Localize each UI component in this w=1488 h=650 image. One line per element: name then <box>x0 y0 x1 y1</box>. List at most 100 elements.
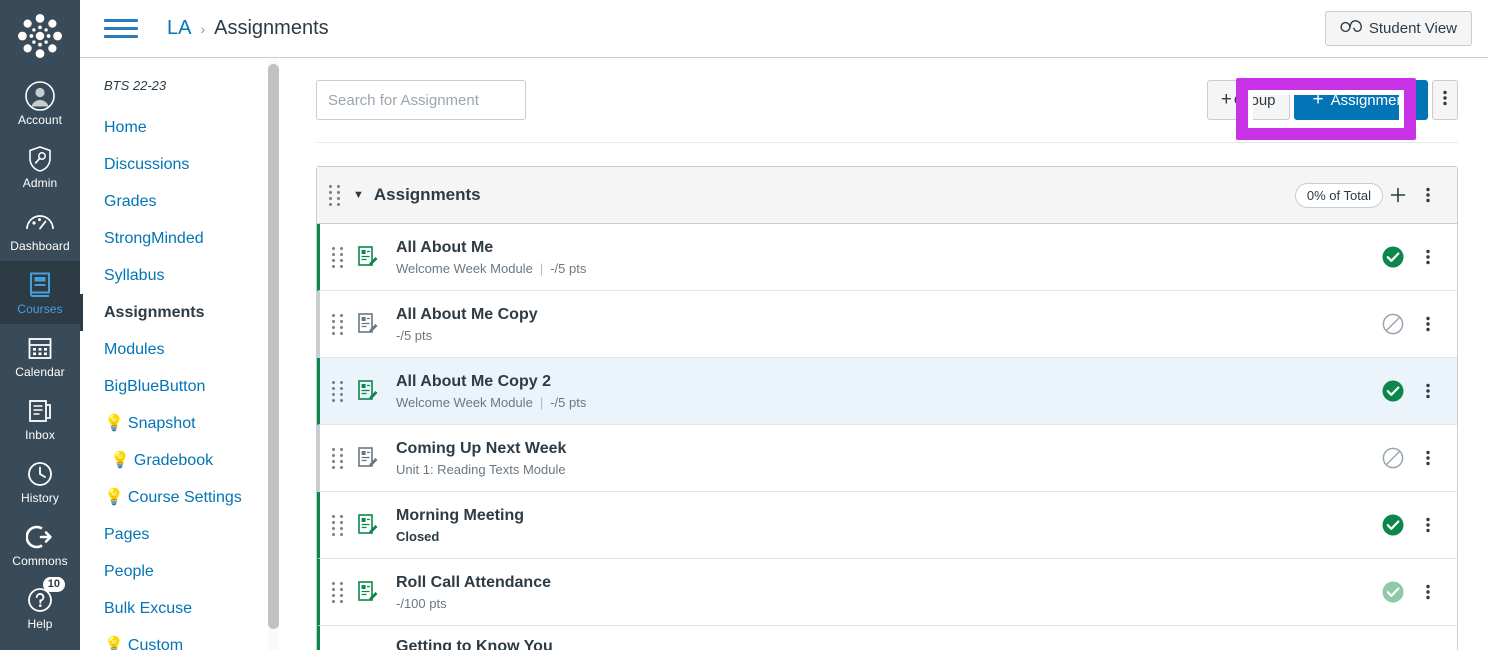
course-nav-assignments[interactable]: Assignments <box>80 294 262 331</box>
assignment-type-icon <box>358 447 380 469</box>
course-nav-gradebook[interactable]: 💡 Gradebook <box>80 442 262 479</box>
assignment-row[interactable]: Roll Call Attendance -/100 pts <box>317 559 1457 626</box>
assignment-options-kebab-button[interactable] <box>1413 376 1443 406</box>
group-weight-pill: 0% of Total <box>1294 182 1383 208</box>
assignment-title[interactable]: All About Me Copy <box>396 305 1373 324</box>
breadcrumb-course-link[interactable]: LA <box>167 17 191 40</box>
plus-icon: + <box>1312 88 1324 110</box>
gnav-item-commons[interactable]: Commons <box>0 513 80 576</box>
course-nav-gradebook-label: Gradebook <box>133 452 214 469</box>
unpublished-circle-slash-icon[interactable] <box>1373 313 1413 335</box>
course-nav-grades[interactable]: Grades <box>80 183 262 220</box>
gnav-item-help[interactable]: 10 Help <box>0 576 80 639</box>
assignment-type-icon <box>358 313 380 335</box>
lightbulb-icon: 💡 <box>104 489 124 506</box>
scrollbar-thumb[interactable] <box>268 64 279 629</box>
add-assignment-to-group-button[interactable] <box>1383 180 1413 210</box>
course-nav-bigbluebutton[interactable]: BigBlueButton <box>80 368 262 405</box>
assignment-type-icon <box>358 380 380 402</box>
top-bar: LA › Assignments Student View <box>80 0 1488 57</box>
assignment-row[interactable]: All About Me Copy 2 Welcome Week Module |… <box>317 358 1457 425</box>
course-nav-course-settings-label: Course Settings <box>127 489 242 506</box>
drag-handle-icon[interactable] <box>332 246 344 268</box>
gnav-item-courses[interactable]: Courses <box>0 261 80 324</box>
assignment-points: -/100 pts <box>396 595 447 611</box>
drag-handle-icon[interactable] <box>332 447 344 469</box>
course-nav-snapshot[interactable]: 💡 Snapshot <box>80 405 262 442</box>
breadcrumb: LA › Assignments <box>167 17 329 40</box>
assignment-row[interactable]: Morning Meeting Closed <box>317 492 1457 559</box>
courses-book-icon <box>27 270 53 300</box>
assignment-options-kebab-button[interactable] <box>1413 510 1443 540</box>
assignment-group-title: Assignments <box>373 185 481 204</box>
gnav-item-admin[interactable]: Admin <box>0 135 80 198</box>
assignment-row[interactable]: All About Me Welcome Week Module | -/5 pts <box>317 224 1457 291</box>
assignments-options-kebab-button[interactable] <box>1432 80 1458 120</box>
course-nav-snapshot-label: Snapshot <box>127 415 196 432</box>
gnav-item-history[interactable]: History <box>0 450 80 513</box>
gnav-label-calendar: Calendar <box>15 364 65 379</box>
course-nav-pages[interactable]: Pages <box>80 516 262 553</box>
assignment-options-kebab-button[interactable] <box>1413 309 1443 339</box>
unpublished-circle-slash-icon[interactable] <box>1373 447 1413 469</box>
add-assignment-button[interactable]: + Assignment <box>1293 80 1428 120</box>
add-group-button[interactable]: + Group <box>1206 80 1290 120</box>
toolbar-buttons: + Group + Assignment <box>1203 80 1458 120</box>
gnav-item-account[interactable]: Account <box>0 72 80 135</box>
assignment-title[interactable]: Morning Meeting <box>396 506 1373 525</box>
assignment-title[interactable]: All About Me Copy 2 <box>396 372 1373 391</box>
assignment-module: Unit 1: Reading Texts Module <box>396 461 566 477</box>
gnav-label-help: Help <box>27 616 53 631</box>
course-nav-strongminded[interactable]: StrongMinded <box>80 220 262 257</box>
course-nav-syllabus[interactable]: Syllabus <box>80 257 262 294</box>
assignment-meta: Unit 1: Reading Texts Module <box>396 462 1373 478</box>
assignment-text: Roll Call Attendance -/100 pts <box>396 573 1373 612</box>
published-check-icon[interactable] <box>1373 380 1413 402</box>
eye-glasses-icon <box>1340 20 1362 37</box>
course-nav-modules[interactable]: Modules <box>80 331 262 368</box>
lightbulb-icon: 💡 <box>104 415 124 432</box>
gnav-item-dashboard[interactable]: Dashboard <box>0 198 80 261</box>
search-input[interactable] <box>316 80 526 120</box>
assignment-row-partial[interactable]: Getting to Know You <box>317 626 1457 650</box>
assignment-meta: Welcome Week Module | -/5 pts <box>396 261 1373 277</box>
course-nav-course-settings[interactable]: 💡 Course Settings <box>80 479 262 516</box>
drag-handle-icon[interactable] <box>332 313 344 335</box>
assignment-text: All About Me Welcome Week Module | -/5 pts <box>396 238 1373 277</box>
chevron-down-icon[interactable]: ▼ <box>353 189 364 201</box>
gnav-label-history: History <box>20 490 60 505</box>
hamburger-menu-icon[interactable] <box>104 12 138 46</box>
gnav-label-inbox: Inbox <box>25 427 55 442</box>
assignment-row[interactable]: Coming Up Next Week Unit 1: Reading Text… <box>317 425 1457 492</box>
course-nav-bulk-excuse[interactable]: Bulk Excuse <box>80 590 262 627</box>
assignment-options-kebab-button[interactable] <box>1413 242 1443 272</box>
course-nav-discussions[interactable]: Discussions <box>80 146 262 183</box>
assignment-options-kebab-button[interactable] <box>1413 577 1443 607</box>
assignment-title[interactable]: Roll Call Attendance <box>396 573 1373 592</box>
assignment-group-header: ▼ Assignments 0% of Total <box>317 167 1457 224</box>
course-nav-home[interactable]: Home <box>80 109 262 146</box>
canvas-logo[interactable] <box>0 0 80 72</box>
group-options-kebab-button[interactable] <box>1413 180 1443 210</box>
assignment-title[interactable]: All About Me <box>396 238 1373 257</box>
assignment-title[interactable]: Getting to Know You <box>332 626 553 650</box>
drag-handle-icon[interactable] <box>332 380 344 402</box>
gnav-item-inbox[interactable]: Inbox <box>0 387 80 450</box>
gnav-item-calendar[interactable]: Calendar <box>0 324 80 387</box>
student-view-button[interactable]: Student View <box>1324 11 1472 46</box>
published-check-icon[interactable] <box>1373 246 1413 268</box>
assignment-title[interactable]: Coming Up Next Week <box>396 439 1373 458</box>
published-check-icon[interactable] <box>1373 514 1413 536</box>
drag-handle-icon[interactable] <box>332 581 344 603</box>
inbox-icon <box>27 396 53 426</box>
assignment-row[interactable]: All About Me Copy -/5 pts <box>317 291 1457 358</box>
drag-handle-icon[interactable] <box>329 184 341 206</box>
assignment-options-kebab-button[interactable] <box>1413 443 1443 473</box>
course-term-label: BTS 22-23 <box>104 78 167 93</box>
help-badge-count: 10 <box>42 576 65 592</box>
assignment-text: All About Me Copy 2 Welcome Week Module |… <box>396 372 1373 411</box>
course-nav-scrollbar[interactable] <box>262 57 284 650</box>
course-nav-custom[interactable]: 💡 Custom <box>80 627 262 650</box>
drag-handle-icon[interactable] <box>332 514 344 536</box>
course-nav-people[interactable]: People <box>80 553 262 590</box>
